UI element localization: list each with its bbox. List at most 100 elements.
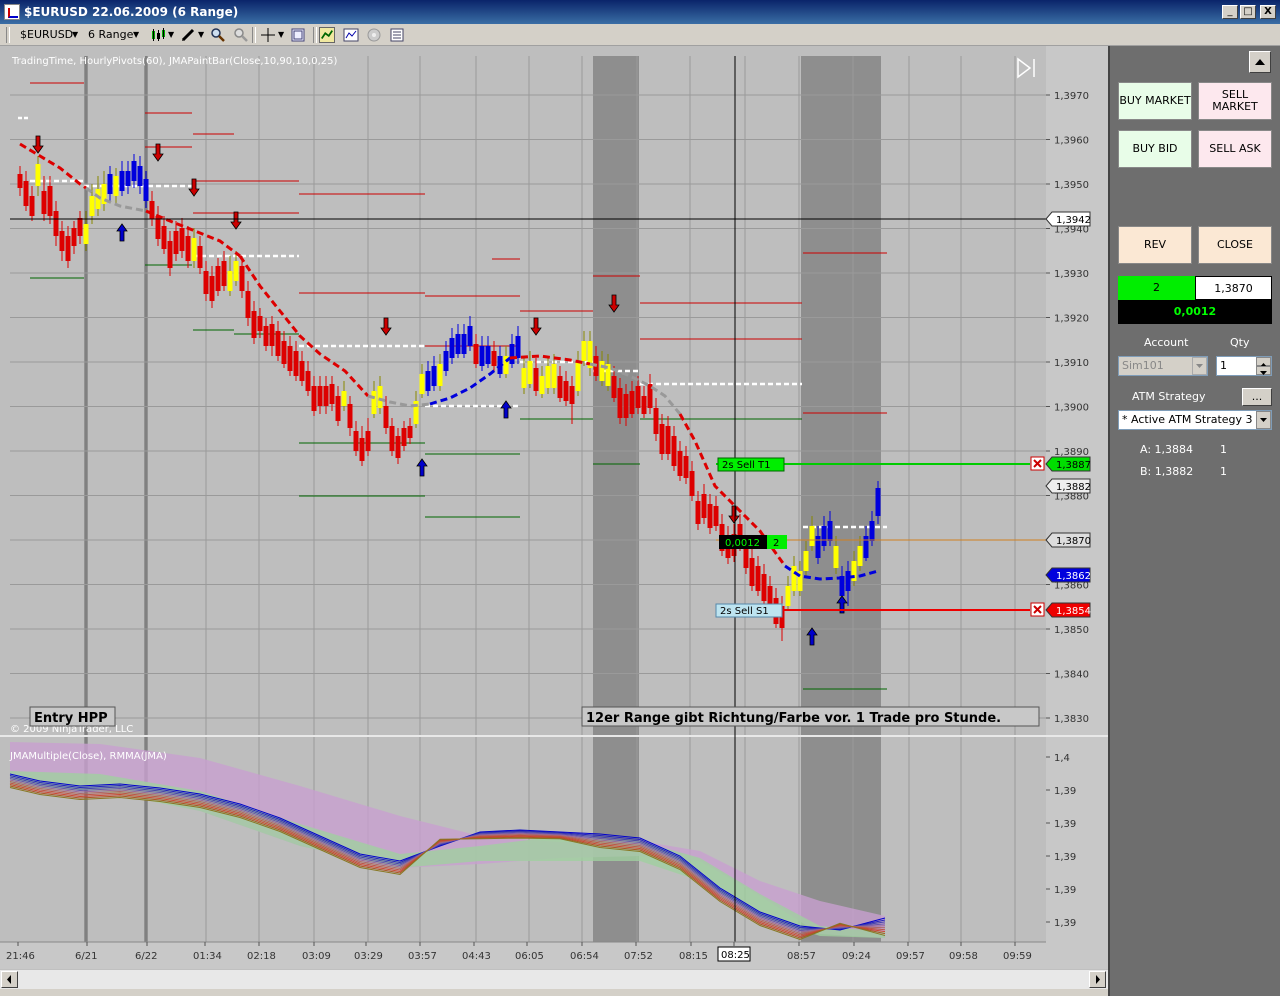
range-bar-body bbox=[665, 426, 671, 454]
price-tick-label: 1,3910 bbox=[1054, 358, 1089, 369]
range-bar-body bbox=[701, 494, 707, 518]
lower-tick-label: 1,39 bbox=[1054, 918, 1076, 929]
range-bar-body bbox=[671, 436, 677, 466]
scroll-right-button[interactable] bbox=[1089, 971, 1106, 988]
range-bar-body bbox=[491, 351, 497, 366]
range-bar-body bbox=[641, 396, 647, 414]
chart-area[interactable]: 2s Sell T1 2s Sell S1 0,0012 2 1,3970 1,3… bbox=[0, 46, 1108, 996]
atm-strategy-label: ATM Strategy bbox=[1132, 390, 1206, 403]
zoom-out-icon[interactable] bbox=[233, 27, 249, 43]
close-window-button[interactable]: X bbox=[1260, 5, 1276, 19]
range-bar-body bbox=[563, 381, 569, 401]
range-bar-body bbox=[527, 361, 533, 384]
horizontal-scrollbar[interactable] bbox=[0, 969, 1108, 989]
range-bar-body bbox=[611, 376, 617, 398]
price-chart-svg[interactable]: 2s Sell T1 2s Sell S1 0,0012 2 1,3970 1,3… bbox=[0, 46, 1108, 969]
minimize-button[interactable]: _ bbox=[1222, 5, 1238, 19]
range-bar-body bbox=[521, 368, 527, 388]
range-bar-body bbox=[743, 546, 749, 568]
period-selector[interactable]: 6 Range bbox=[88, 26, 133, 44]
range-bar-body bbox=[173, 231, 179, 254]
crosshair-icon[interactable] bbox=[260, 27, 276, 43]
range-bar-body bbox=[575, 361, 581, 391]
scroll-left-button[interactable] bbox=[1, 971, 18, 988]
strategies-icon[interactable] bbox=[366, 27, 382, 43]
lower-tick-label: 1,39 bbox=[1054, 786, 1076, 797]
drawing-tool-pencil-icon[interactable] bbox=[180, 27, 196, 43]
range-bar-body bbox=[167, 241, 173, 268]
account-dropdown-button[interactable] bbox=[1192, 357, 1207, 375]
time-tick-label: 03:57 bbox=[408, 951, 437, 962]
atm-strategy-select[interactable]: * Active ATM Strategy 3 - C bbox=[1118, 410, 1272, 430]
crosshair-price-tag: 1,3942 bbox=[1056, 215, 1091, 226]
scroll-left-arrow-icon bbox=[7, 975, 11, 984]
collapse-panel-button[interactable] bbox=[1249, 51, 1271, 73]
bar-style-dropdown-arrow-icon[interactable]: ▼ bbox=[168, 26, 174, 44]
reverse-button[interactable]: REV bbox=[1118, 226, 1192, 264]
time-tick-label: 08:15 bbox=[679, 951, 708, 962]
range-bar-body bbox=[431, 366, 437, 386]
qty-increment-button[interactable] bbox=[1256, 357, 1271, 367]
chart-trader-icon[interactable] bbox=[319, 27, 335, 43]
range-bar-body bbox=[755, 566, 761, 591]
close-position-button[interactable]: CLOSE bbox=[1198, 226, 1272, 264]
range-bar-body bbox=[815, 536, 821, 558]
range-bar-body bbox=[443, 351, 449, 371]
indicator-label: TradingTime, HourlyPivots(60), JMAPaintB… bbox=[11, 56, 338, 67]
chart-app-icon bbox=[4, 4, 20, 20]
range-bar-body bbox=[581, 341, 587, 361]
range-bar-body bbox=[197, 246, 203, 268]
entry-hpp-annotation: Entry HPP bbox=[34, 711, 108, 726]
instrument-selector[interactable]: $EURUSD bbox=[20, 26, 73, 44]
sell-market-button[interactable]: SELL MARKET bbox=[1198, 82, 1272, 120]
range-bar-body bbox=[233, 261, 239, 281]
range-bar-body bbox=[353, 431, 359, 451]
range-bar-body bbox=[509, 344, 515, 364]
lower-tick-label: 1,39 bbox=[1054, 852, 1076, 863]
range-bar-body bbox=[59, 231, 65, 251]
range-bar-body bbox=[749, 558, 755, 586]
range-bar-body bbox=[239, 266, 245, 291]
sell-ask-button[interactable]: SELL ASK bbox=[1198, 130, 1272, 168]
atm-dropdown-button[interactable] bbox=[1256, 411, 1271, 429]
window-title: $EURUSD 22.06.2009 (6 Range) bbox=[24, 5, 239, 19]
atm-strategy-options-button[interactable]: ... bbox=[1242, 388, 1272, 406]
bar-style-icon[interactable] bbox=[150, 27, 166, 43]
buy-bid-button[interactable]: BUY BID bbox=[1118, 130, 1192, 168]
range-bar-body bbox=[191, 238, 197, 261]
properties-icon[interactable] bbox=[389, 27, 405, 43]
buy-market-button[interactable]: BUY MARKET bbox=[1118, 82, 1192, 120]
range-bar-body bbox=[653, 408, 659, 434]
drawing-tool-dropdown-arrow-icon[interactable]: ▼ bbox=[198, 26, 204, 44]
range-bar-body bbox=[107, 174, 113, 194]
range-bar-body bbox=[323, 386, 329, 406]
range-bar-body bbox=[557, 376, 563, 398]
range-bar-body bbox=[143, 179, 149, 201]
price-tick-label: 1,3950 bbox=[1054, 180, 1089, 191]
range-bar-body bbox=[329, 384, 335, 404]
range-bar-body bbox=[479, 346, 485, 366]
range-bar-body bbox=[149, 201, 155, 219]
indicators-icon[interactable] bbox=[343, 27, 359, 43]
range-bar-body bbox=[695, 501, 701, 524]
range-bar-body bbox=[395, 436, 401, 458]
range-bar-body bbox=[23, 181, 29, 206]
lower-tick-label: 1,39 bbox=[1054, 819, 1076, 830]
range-bar-body bbox=[791, 566, 797, 591]
qty-decrement-button[interactable] bbox=[1256, 366, 1271, 375]
time-tick-label: 04:43 bbox=[462, 951, 491, 962]
price-tick-label: 1,3970 bbox=[1054, 91, 1089, 102]
period-dropdown-arrow-icon[interactable]: ▼ bbox=[133, 26, 139, 44]
range-bar-body bbox=[539, 376, 545, 394]
price-tick-label: 1,3830 bbox=[1054, 714, 1089, 725]
range-bar-body bbox=[305, 371, 311, 391]
zoom-in-icon[interactable] bbox=[210, 27, 226, 43]
time-tick-label: 09:57 bbox=[896, 951, 925, 962]
range-bar-body bbox=[125, 171, 131, 186]
maximize-button[interactable]: □ bbox=[1240, 5, 1256, 19]
crosshair-dropdown-arrow-icon[interactable]: ▼ bbox=[278, 26, 284, 44]
data-box-icon[interactable] bbox=[290, 27, 306, 43]
instrument-dropdown-arrow-icon[interactable]: ▼ bbox=[72, 26, 78, 44]
range-bar-body bbox=[359, 438, 365, 461]
range-bar-body bbox=[227, 271, 233, 291]
